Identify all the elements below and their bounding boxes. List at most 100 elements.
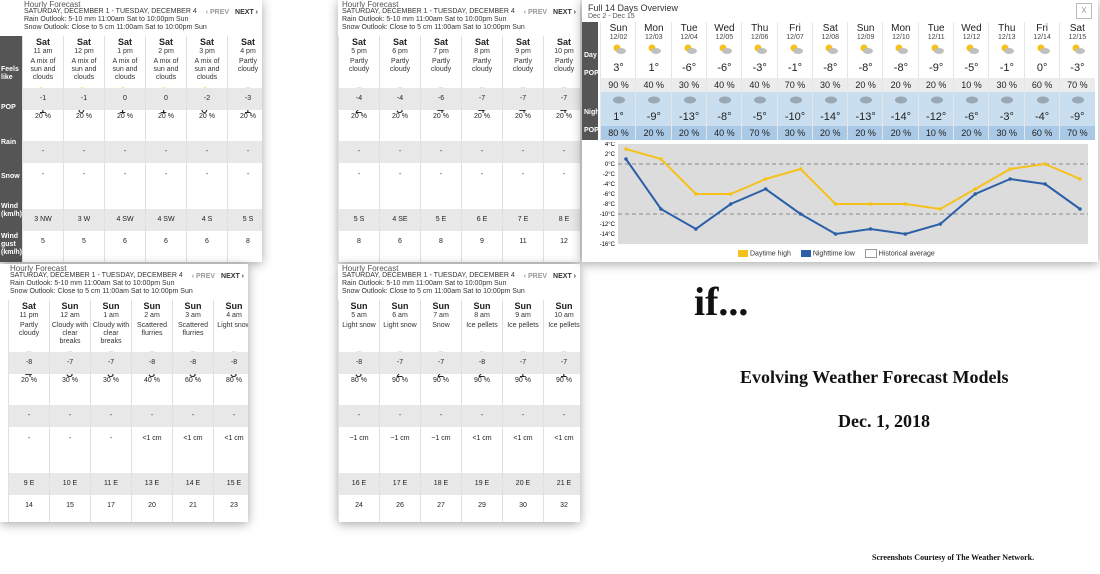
next-button[interactable]: NEXT › [235,9,258,16]
overview-day-column: Mon 12/03 1° 40 % -9° 20 % [635,22,672,140]
row-labels: Feels like POP Rain Snow Wind (km/h) Wind gus… [0,36,22,262]
y-tick-label: -14°C [600,232,616,238]
col-wind: 4 SW [105,209,145,231]
daytime-high-point [973,187,978,191]
snow-outlook: Snow Outlook: Close to 5 cm 11:00am Sat … [24,24,207,31]
credit-text: Screenshots Courtesy of The Weather Netw… [872,553,1035,562]
panel-date-range: SATURDAY, DECEMBER 1 - TUESDAY, DECEMBER… [342,8,515,15]
col-rain: - [64,141,104,163]
col-condition: Light snow [383,322,417,329]
col-time: 8 pm [474,48,490,55]
ov-day-temp: -6° [717,62,732,74]
col-snow: ~1 cm [390,435,410,442]
next-button[interactable]: NEXT › [221,273,244,280]
next-button[interactable]: NEXT › [553,9,576,16]
ov-night-temp: -9° [646,111,661,123]
hourly-column: Sun1 amCloudy with clear breaks-3°-730 %… [90,300,131,522]
col-condition: Light snow [342,322,376,329]
daytime-high-point [763,177,768,181]
next-button[interactable]: NEXT › [553,273,576,280]
col-rain: - [50,405,90,427]
hourly-column: Sun5 amLight snow-3°-880 %-~1 cm16 E24 [338,300,379,522]
prev-button[interactable]: ‹ PREV [524,9,547,16]
col-day: Sun [350,301,368,311]
col-gust: 5 [82,238,86,245]
hourly-column: Sat7 pmPartly cloudy-4°-620 %--5 E8 [420,36,461,262]
slide-heading: Evolving Weather Forecast Models [740,367,1009,387]
col-snow: <1 cm [513,435,533,442]
col-condition: Partly cloudy [512,58,534,73]
ov-night-icon [895,96,908,104]
hourly-column: Sun10 amIce pellets-1°-790 %-<1 cm21 E32 [543,300,580,522]
ov-date: 12/15 [1068,34,1087,41]
col-day: Sat [515,37,530,47]
hourly-column: Sat12 pmA mix of sun and clouds0°-120 %-… [63,36,104,262]
col-day: Sun [391,301,409,311]
overview-day-column: Thu 12/13 -1° 30 % -3° 30 % [988,22,1025,140]
col-wind: 10 E [50,473,90,495]
col-snow: - [205,171,209,178]
ov-day-icon [860,44,874,54]
col-time: 6 am [392,312,408,319]
ov-night-icon [789,96,802,104]
ov-day-name: Mon [644,23,664,34]
col-pop: 20 % [515,113,531,120]
prev-button[interactable]: ‹ PREV [524,273,547,280]
panel-date-range: SATURDAY, DECEMBER 1 - TUESDAY, DECEMBER… [10,272,183,279]
overview-pop-label: POP [584,70,599,77]
col-wind: 17 E [380,473,420,495]
ov-night-temp: 1° [613,111,624,123]
nighttime-low-point [1043,182,1047,186]
ov-night-temp: -6° [964,111,979,123]
col-wind: 5 S [228,209,262,231]
hourly-column: Sat6 pmPartly cloudy-3°-420 %--4 SE6 [379,36,420,262]
col-pop: 80 % [226,377,242,384]
col-pop: 20 % [433,113,449,120]
ov-night-pop: 10 % [918,126,954,140]
col-snow: - [562,171,566,178]
col-pop: 20 % [392,113,408,120]
col-pop: 20 % [76,113,92,120]
ov-date: 12/07 [786,34,804,41]
rain-outlook: Rain Outlook: 5-10 mm 11:00am Sat to 10:… [10,280,175,287]
col-rain: - [105,141,145,163]
ov-day-pop: 70 % [1059,78,1095,92]
daytime-high-point [903,202,908,206]
col-snow: - [521,171,525,178]
col-pop: 30 % [103,377,119,384]
col-condition: Partly cloudy [430,58,452,73]
ov-day-icon [754,44,768,54]
ov-date: 12/12 [962,34,981,41]
hourly-column: Sat8 pmPartly cloudy-4°-720 %--6 E9 [461,36,502,262]
col-rain: - [380,141,420,163]
if-text: if... [694,279,749,324]
hourly-panel-2: Hourly Forecast SATURDAY, DECEMBER 1 - TU… [338,0,580,262]
ov-day-icon [648,44,662,54]
ov-day-name: Sun [856,23,875,34]
ov-night-icon [824,96,837,104]
col-wind: 3 W [64,209,104,231]
ov-night-pop: 70 % [1059,126,1095,140]
col-time: 10 am [554,312,574,319]
ov-day-name: Sat [822,23,838,34]
col-pop: 20 % [240,113,256,120]
col-condition: Partly cloudy [553,58,575,73]
y-tick-label: -4°C [603,182,616,188]
hourly-column: Sat11 amA mix of sun and clouds-1°-120 %… [22,36,63,262]
ov-day-pop: 60 % [1024,78,1060,92]
prev-button[interactable]: ‹ PREV [206,9,229,16]
daytime-high-point [728,192,733,196]
ov-night-temp: -4° [1035,111,1050,123]
y-tick-label: 0°C [605,162,616,168]
overview-day-column: Fri 12/14 0° 60 % -4° 60 % [1023,22,1060,140]
ov-night-temp: -13° [855,111,876,123]
col-gust: 14 [25,502,33,509]
ov-day-pop: 10 % [954,78,989,92]
ov-day-temp: 3° [613,62,624,74]
close-button[interactable]: X [1076,3,1092,19]
col-time: 11 am [33,48,53,55]
col-snow: - [439,171,443,178]
prev-button[interactable]: ‹ PREV [192,273,215,280]
col-time: 3 am [185,312,201,319]
ov-night-pop: 20 % [671,126,707,140]
